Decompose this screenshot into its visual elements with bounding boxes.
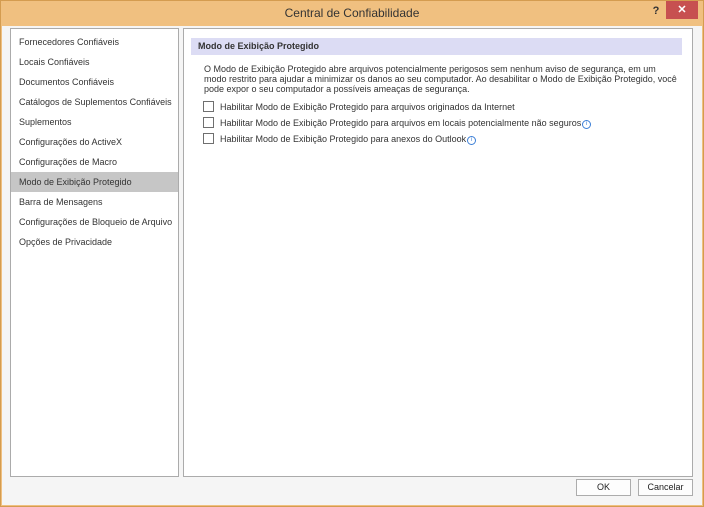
sidebar-item-documentos-confiaveis[interactable]: Documentos Confiáveis bbox=[11, 72, 178, 92]
help-button[interactable]: ? bbox=[647, 1, 665, 21]
sidebar-item-macro[interactable]: Configurações de Macro bbox=[11, 152, 178, 172]
unsafe-locations-checkbox[interactable] bbox=[203, 117, 214, 128]
option-label: Habilitar Modo de Exibição Protegido par… bbox=[220, 118, 582, 128]
cancel-button[interactable]: Cancelar bbox=[638, 479, 693, 496]
sidebar: Fornecedores Confiáveis Locais Confiávei… bbox=[10, 28, 179, 477]
sidebar-item-modo-protegido[interactable]: Modo de Exibição Protegido bbox=[11, 172, 178, 192]
info-icon[interactable]: i bbox=[467, 136, 477, 145]
window-title: Central de Confiabilidade bbox=[284, 6, 420, 20]
option-unsafe-locations[interactable]: Habilitar Modo de Exibição Protegido par… bbox=[203, 117, 592, 131]
sidebar-item-barra-mensagens[interactable]: Barra de Mensagens bbox=[11, 192, 178, 212]
info-icon[interactable]: i bbox=[582, 120, 592, 129]
sidebar-item-fornecedores-confiaveis[interactable]: Fornecedores Confiáveis bbox=[11, 32, 178, 52]
sidebar-item-bloqueio-arquivo[interactable]: Configurações de Bloqueio de Arquivo bbox=[11, 212, 178, 232]
ok-button[interactable]: OK bbox=[576, 479, 631, 496]
option-internet-files[interactable]: Habilitar Modo de Exibição Protegido par… bbox=[203, 101, 515, 115]
description-text: O Modo de Exibição Protegido abre arquiv… bbox=[204, 64, 677, 94]
sidebar-item-suplementos[interactable]: Suplementos bbox=[11, 112, 178, 132]
sidebar-item-catalogos-suplementos[interactable]: Catálogos de Suplementos Confiáveis bbox=[11, 92, 178, 112]
section-title: Modo de Exibição Protegido bbox=[191, 38, 682, 55]
close-button[interactable]: ✕ bbox=[666, 1, 698, 19]
option-outlook-attachments[interactable]: Habilitar Modo de Exibição Protegido par… bbox=[203, 133, 477, 147]
dialog-body: Fornecedores Confiáveis Locais Confiávei… bbox=[2, 26, 702, 505]
settings-panel: Modo de Exibição Protegido O Modo de Exi… bbox=[183, 28, 693, 477]
sidebar-item-activex[interactable]: Configurações do ActiveX bbox=[11, 132, 178, 152]
sidebar-item-locais-confiaveis[interactable]: Locais Confiáveis bbox=[11, 52, 178, 72]
trust-center-window: Central de Confiabilidade ? ✕ Fornecedor… bbox=[0, 0, 704, 507]
option-label: Habilitar Modo de Exibição Protegido par… bbox=[220, 102, 515, 112]
outlook-attachments-checkbox[interactable] bbox=[203, 133, 214, 144]
internet-files-checkbox[interactable] bbox=[203, 101, 214, 112]
sidebar-item-privacidade[interactable]: Opções de Privacidade bbox=[11, 232, 178, 252]
option-label: Habilitar Modo de Exibição Protegido par… bbox=[220, 134, 467, 144]
